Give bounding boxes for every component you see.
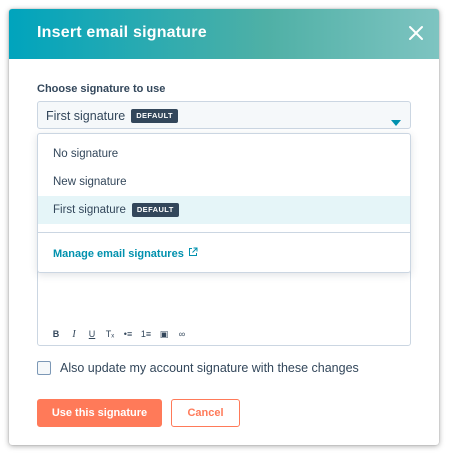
numbered-list-icon[interactable]: 1≡ (137, 326, 155, 342)
update-account-signature-row[interactable]: Also update my account signature with th… (37, 361, 359, 375)
modal-header: Insert email signature (9, 9, 439, 59)
bulleted-list-icon[interactable]: •≡ (119, 326, 137, 342)
signature-select[interactable]: First signature DEFAULT (37, 101, 411, 129)
option-label: First signature (53, 204, 126, 216)
signature-dropdown-menu: No signature New signature First signatu… (37, 133, 411, 273)
insert-signature-modal: Insert email signature Choose signature … (9, 9, 439, 445)
manage-signatures-link[interactable]: Manage email signatures (53, 247, 198, 260)
default-badge: DEFAULT (131, 203, 179, 217)
update-account-signature-checkbox[interactable] (37, 361, 51, 375)
modal-title: Insert email signature (37, 24, 207, 41)
dropdown-divider (38, 232, 410, 233)
option-first-signature[interactable]: First signature DEFAULT (38, 196, 410, 224)
option-new-signature[interactable]: New signature (38, 168, 410, 196)
selected-signature-name: First signature (46, 109, 126, 123)
italic-icon[interactable]: I (65, 326, 83, 342)
select-value: First signature DEFAULT (46, 109, 179, 123)
clear-format-icon[interactable]: Tₓ (101, 326, 119, 342)
default-badge: DEFAULT (131, 109, 179, 123)
caret-down-icon (391, 113, 401, 131)
close-icon[interactable] (406, 23, 426, 43)
underline-icon[interactable]: U (83, 326, 101, 342)
option-label: New signature (53, 176, 127, 188)
option-label: No signature (53, 148, 119, 160)
editor-toolbar: B I U Tₓ •≡ 1≡ ▣ ∞ (47, 326, 191, 342)
insert-image-icon[interactable]: ▣ (155, 326, 173, 342)
use-signature-button[interactable]: Use this signature (37, 399, 162, 427)
insert-link-icon[interactable]: ∞ (173, 326, 191, 342)
cancel-button[interactable]: Cancel (171, 399, 240, 427)
option-no-signature[interactable]: No signature (38, 140, 410, 168)
bold-icon[interactable]: B (47, 326, 65, 342)
signature-select-label: Choose signature to use (37, 83, 166, 95)
external-link-icon (188, 247, 198, 260)
manage-link-label: Manage email signatures (53, 247, 184, 260)
checkbox-label: Also update my account signature with th… (60, 361, 359, 375)
